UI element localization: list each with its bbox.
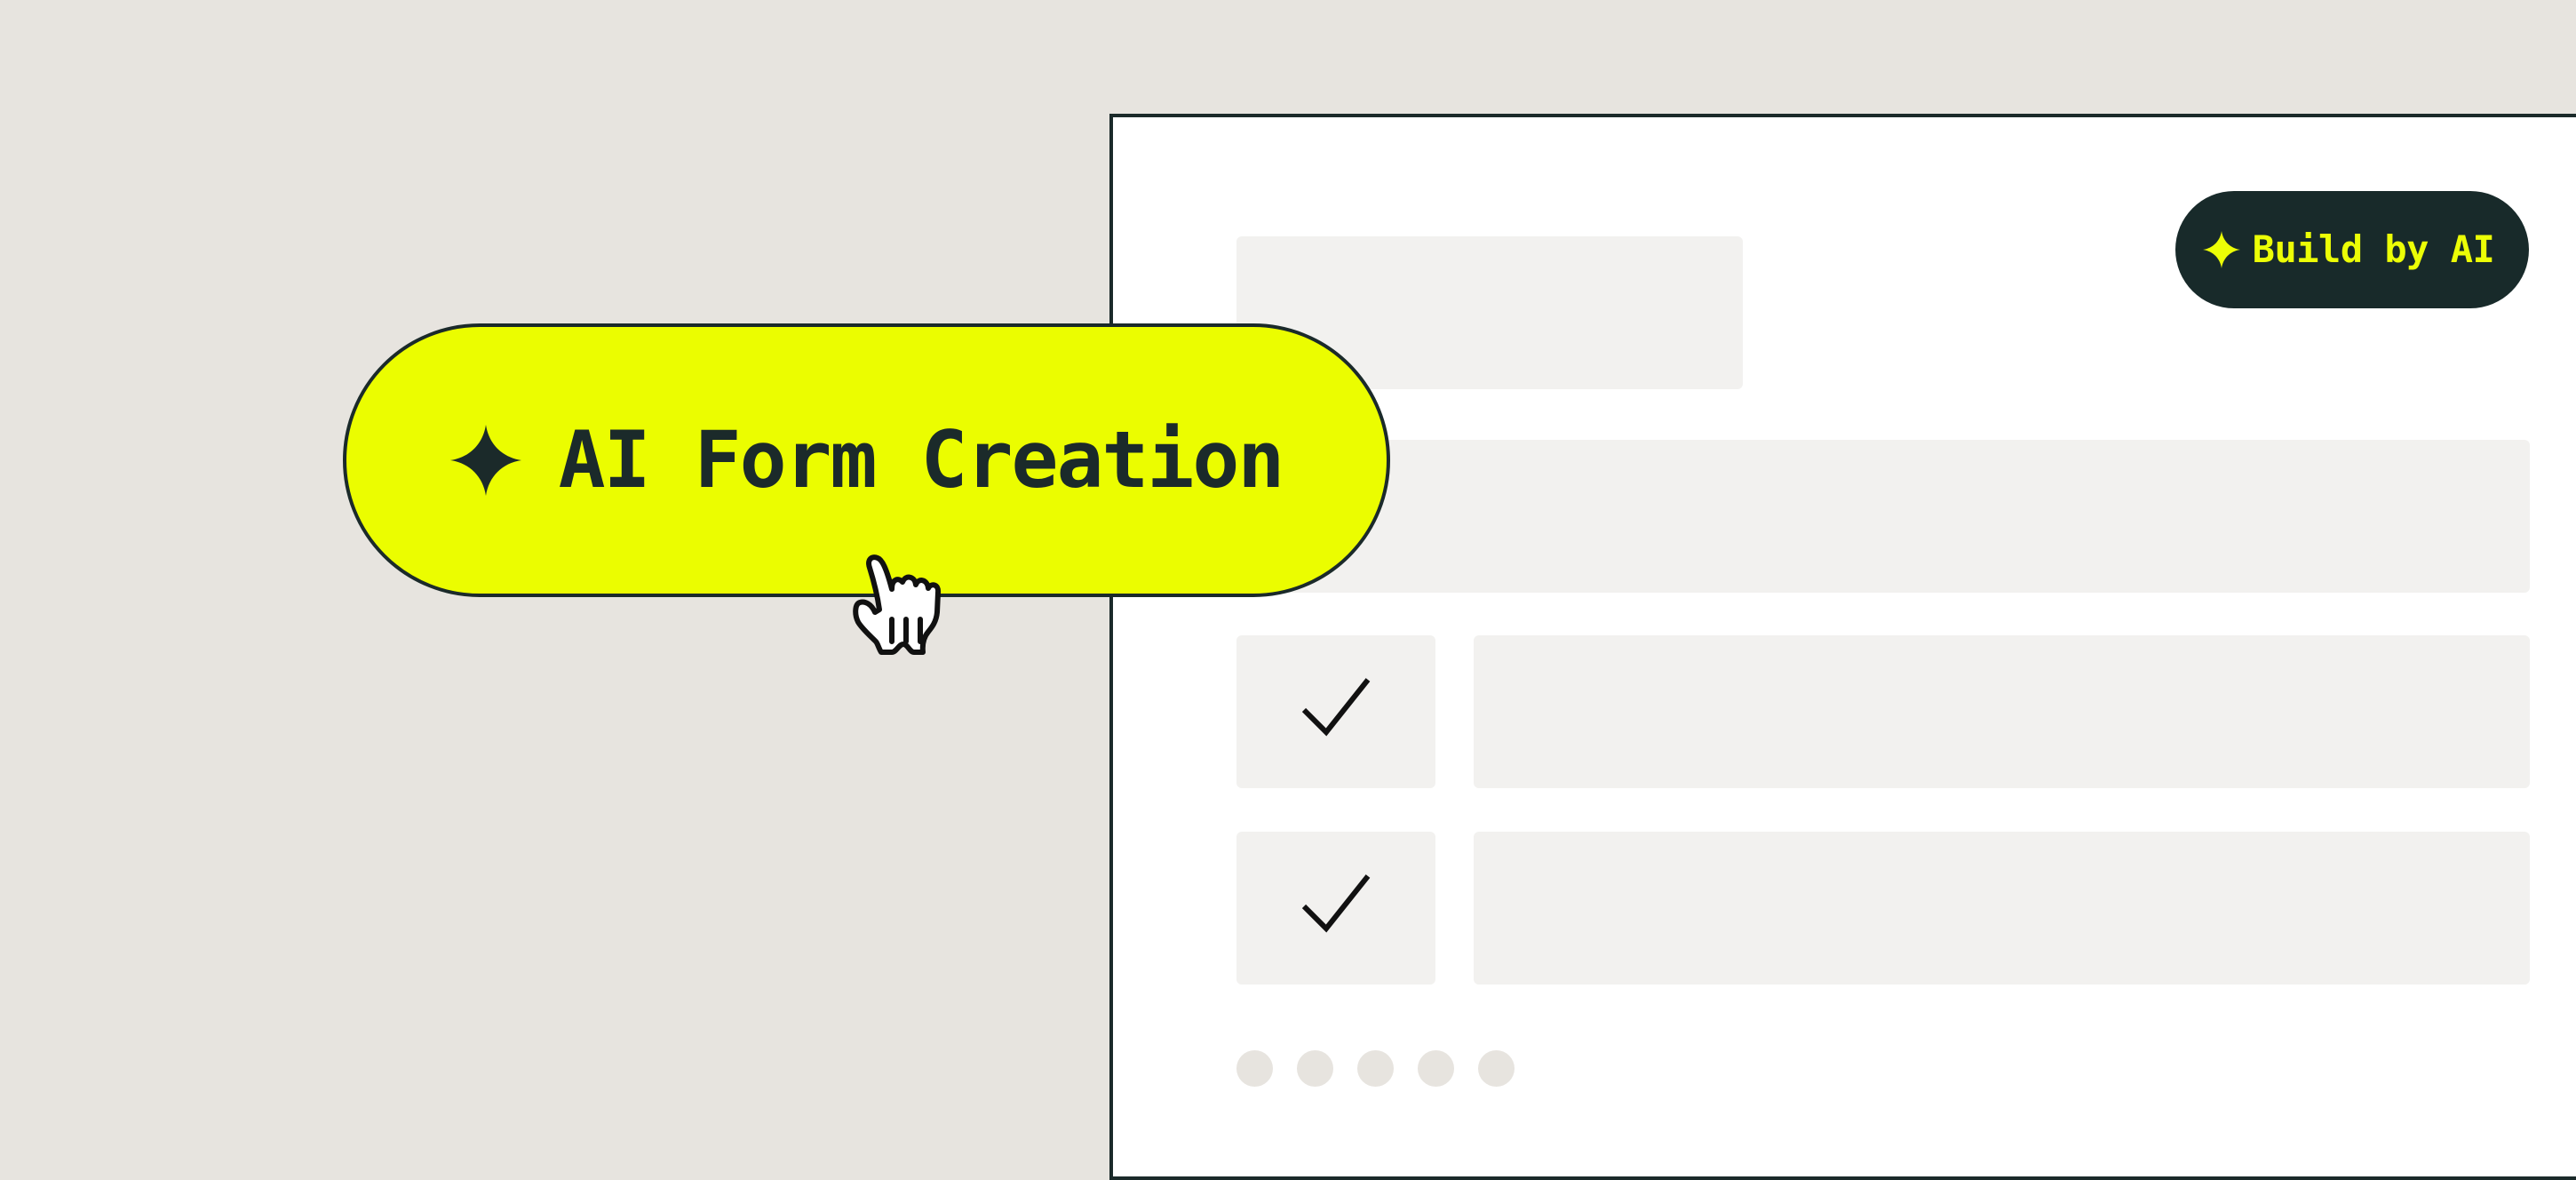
check-icon — [1301, 678, 1371, 737]
pagination-dot[interactable] — [1418, 1050, 1454, 1087]
pagination-dot[interactable] — [1478, 1050, 1515, 1087]
form-question-field-placeholder[interactable] — [1236, 440, 2530, 593]
answer-option-field-2[interactable] — [1474, 832, 2530, 985]
sparkle-icon — [2202, 231, 2240, 268]
build-by-ai-label: Build by AI — [2252, 227, 2495, 271]
build-by-ai-button[interactable]: Build by AI — [2175, 191, 2529, 308]
pagination-dots — [1236, 1050, 1515, 1087]
answer-checkbox-1[interactable] — [1236, 635, 1435, 788]
answer-option-field-1[interactable] — [1474, 635, 2530, 788]
sparkle-icon — [449, 425, 521, 496]
answer-checkbox-2[interactable] — [1236, 832, 1435, 985]
ai-form-creation-screen: { "feature_pill": { "label": "AI Form Cr… — [0, 0, 2576, 1180]
pagination-dot[interactable] — [1297, 1050, 1333, 1087]
pagination-dot[interactable] — [1236, 1050, 1273, 1087]
hand-pointer-icon — [853, 554, 942, 655]
check-icon — [1301, 874, 1371, 933]
pagination-dot[interactable] — [1357, 1050, 1394, 1087]
ai-form-creation-label: AI Form Creation — [558, 414, 1285, 506]
